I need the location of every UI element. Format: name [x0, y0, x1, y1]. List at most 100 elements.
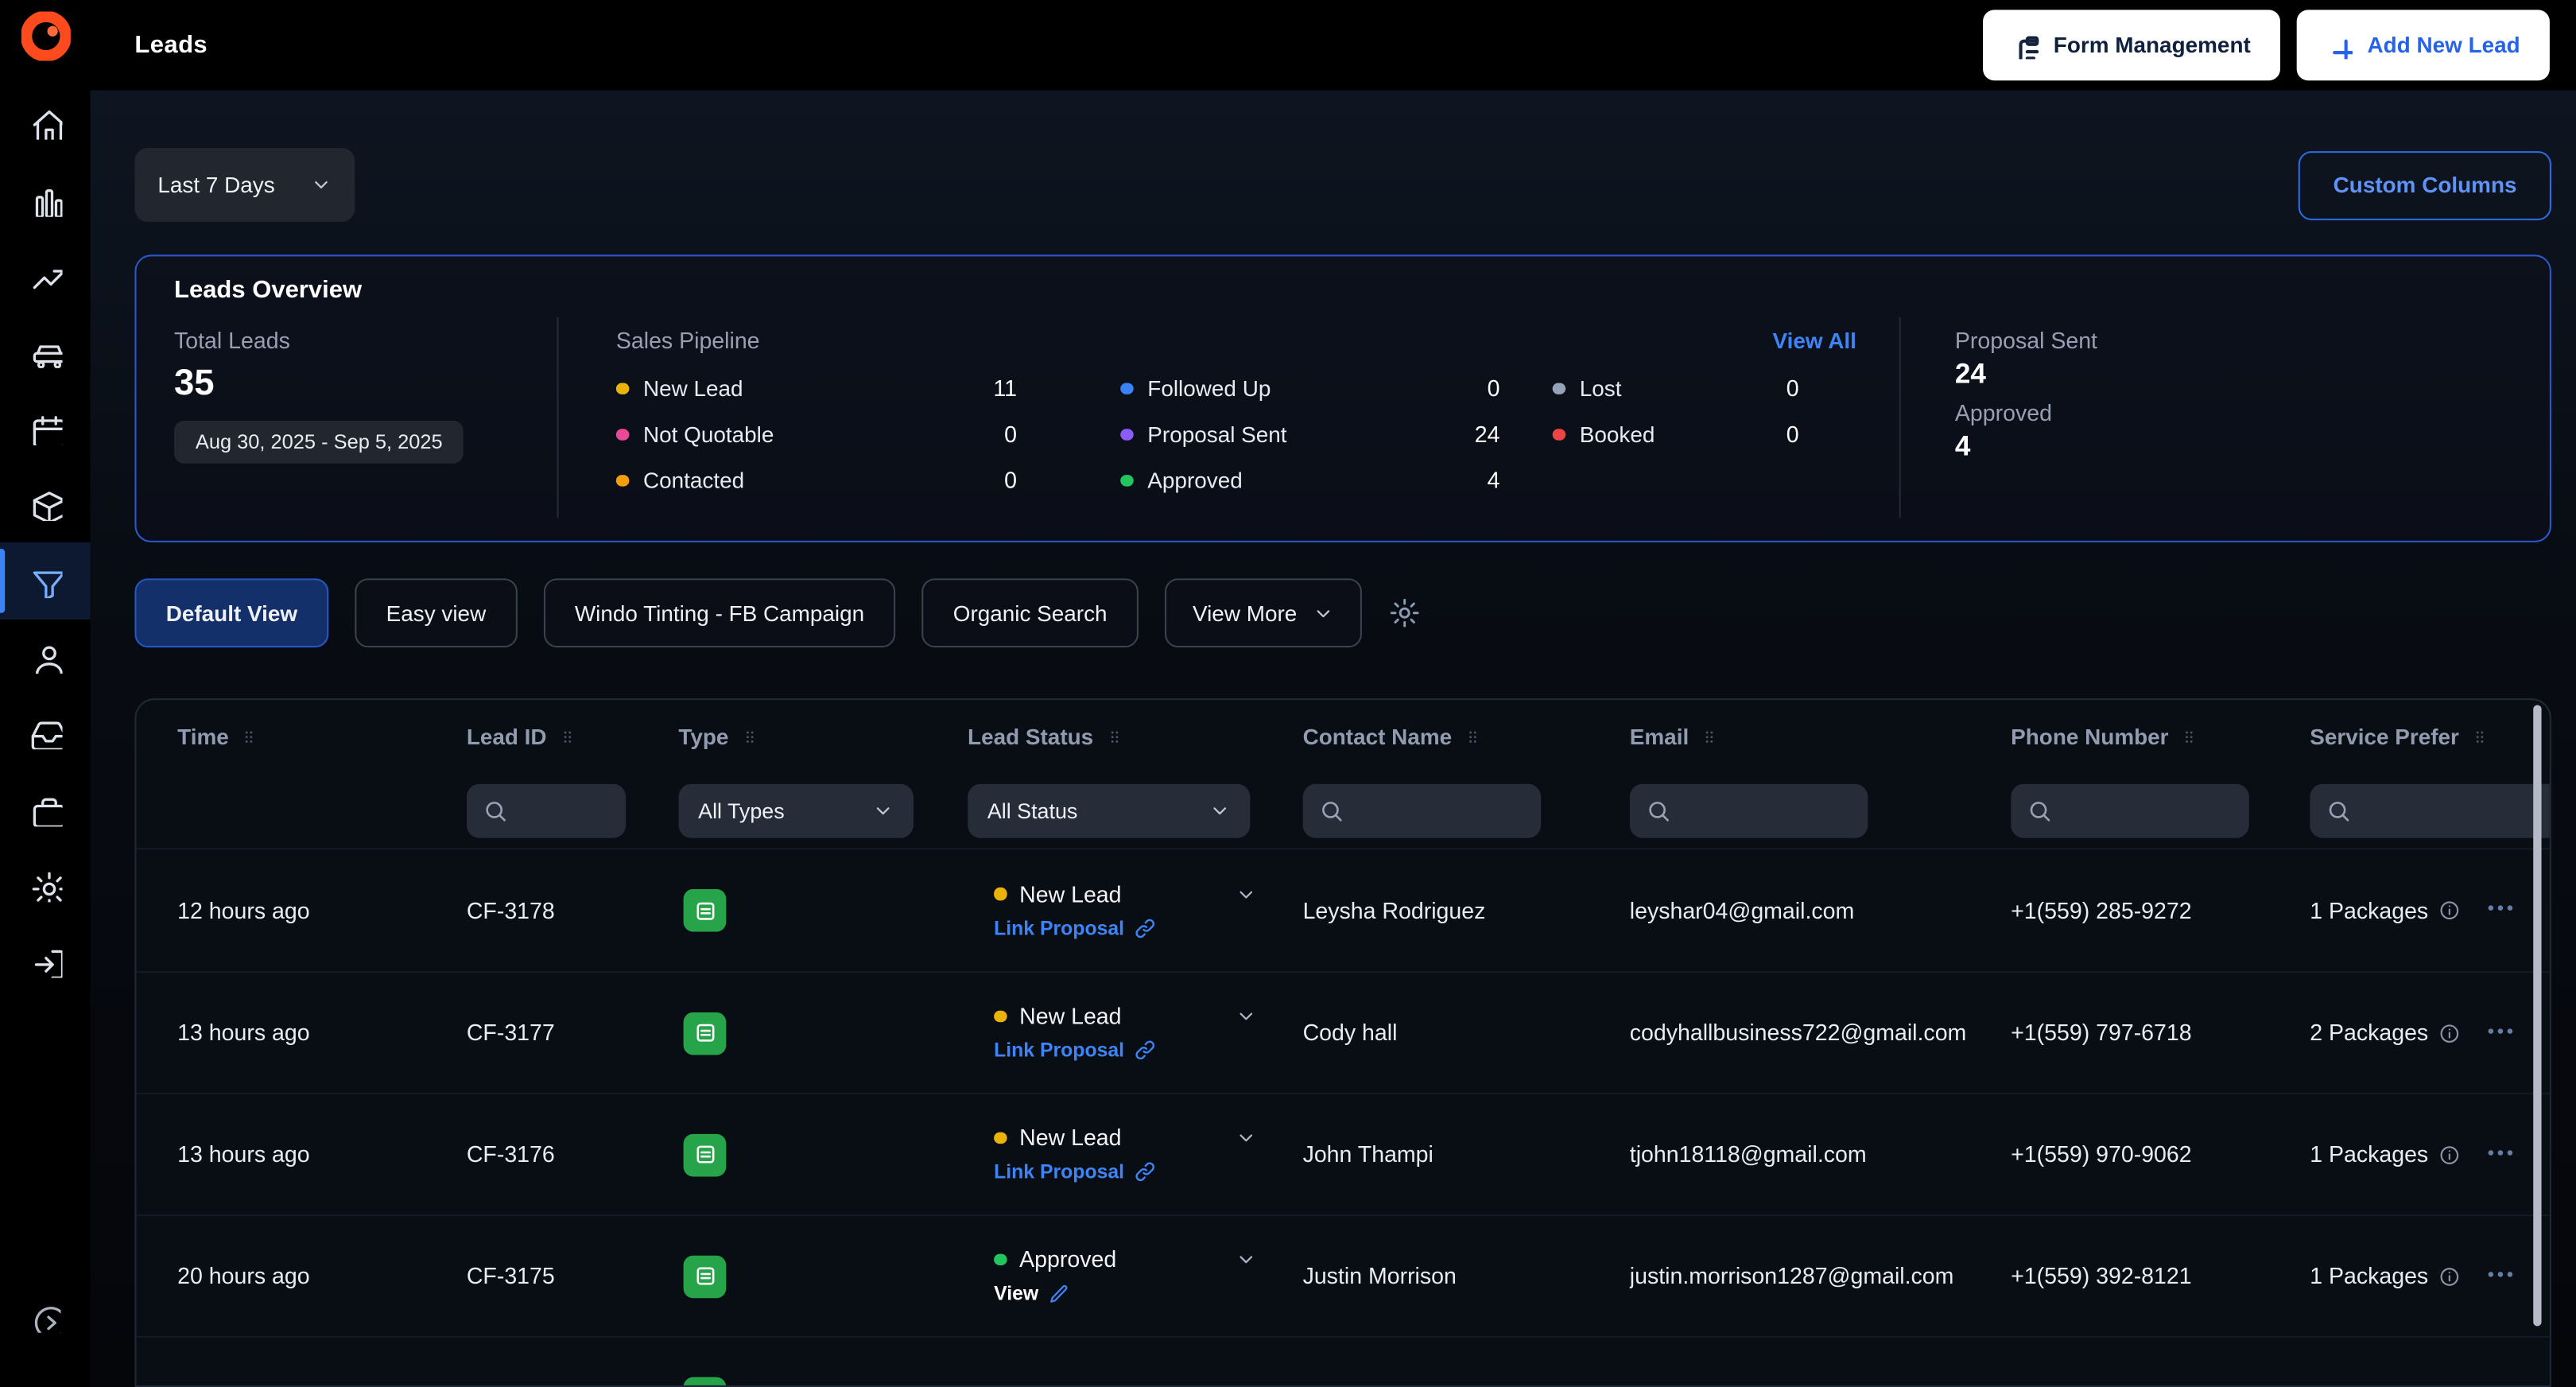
views-settings-button[interactable]: [1389, 596, 1422, 629]
sidebar-item-customers[interactable]: [0, 619, 91, 695]
drag-handle-icon[interactable]: [2180, 726, 2198, 748]
overview-date-range[interactable]: Aug 30, 2025 - Sep 5, 2025: [174, 420, 464, 464]
status-filter-dropdown[interactable]: All Status: [968, 783, 1251, 838]
status-dot-icon: [1552, 382, 1565, 395]
board-icon: [34, 188, 62, 216]
contact-name-search[interactable]: [1302, 783, 1542, 838]
form-type-badge[interactable]: [683, 888, 727, 932]
view-tab[interactable]: Windo Tinting - FB Campaign: [543, 578, 896, 648]
sidebar-item-settings[interactable]: [0, 848, 91, 924]
lead-status-select[interactable]: New Lead: [994, 1125, 1257, 1150]
pipeline-item-value: 24: [1474, 422, 1500, 448]
drag-handle-icon[interactable]: [740, 726, 758, 748]
custom-columns-button[interactable]: Custom Columns: [2299, 150, 2551, 220]
info-icon[interactable]: [2438, 1143, 2462, 1166]
more-dots-icon: [2488, 1149, 2513, 1155]
drag-handle-icon[interactable]: [558, 726, 576, 748]
sidebar-item-leads[interactable]: [0, 542, 91, 620]
drag-handle-icon[interactable]: [1105, 726, 1123, 748]
drag-handle-icon[interactable]: [2470, 726, 2489, 748]
drag-handle-icon[interactable]: [240, 726, 258, 748]
sidebar-item-jobs[interactable]: [0, 771, 91, 848]
app-logo[interactable]: [0, 0, 91, 72]
view-all-link[interactable]: View All: [1772, 328, 1856, 353]
phone-search-input[interactable]: [2063, 797, 2233, 826]
lead-status-label: New Lead: [1019, 1004, 1122, 1029]
more-dots-icon: [2484, 1379, 2516, 1387]
row-actions-button[interactable]: [2481, 1011, 2520, 1055]
sidebar-item-calendar[interactable]: [0, 390, 91, 467]
column-header-label: Lead ID: [466, 725, 547, 750]
lead-status-select[interactable]: Approved: [994, 1247, 1257, 1272]
row-actions-button[interactable]: [2481, 1254, 2520, 1299]
cell-email: codyhallbusiness722@gmail.com: [1629, 1020, 1967, 1046]
email-search[interactable]: [1629, 783, 1868, 838]
info-icon[interactable]: [2438, 899, 2462, 922]
view-tab[interactable]: Easy view: [355, 578, 518, 648]
form-type-badge[interactable]: [683, 1376, 727, 1385]
table-scrollbar[interactable]: [2533, 705, 2542, 1378]
phone-search[interactable]: [2011, 783, 2249, 838]
sidebar-item-home[interactable]: [0, 85, 91, 161]
lead-status-select[interactable]: New Lead: [994, 1004, 1257, 1029]
row-actions-button[interactable]: [2481, 888, 2520, 933]
chevron-down-icon: [1240, 1134, 1253, 1142]
status-dot-icon: [1120, 428, 1133, 441]
pipeline-item: Contacted 0: [615, 468, 1017, 493]
date-range-dropdown[interactable]: Last 7 Days: [134, 147, 355, 222]
drag-handle-icon[interactable]: [1701, 726, 1719, 748]
cell-email: justin.morrison1287@gmail.com: [1629, 1263, 1954, 1288]
link-proposal-link[interactable]: Link Proposal: [994, 1160, 1302, 1183]
cell-lead-id: CF-3178: [466, 898, 555, 923]
row-actions-button[interactable]: [2481, 1133, 2520, 1177]
link-proposal-link[interactable]: Link Proposal: [994, 916, 1302, 939]
view-tab[interactable]: Organic Search: [921, 578, 1139, 648]
pipeline-item-value: 0: [1004, 422, 1018, 448]
status-dot-icon: [615, 382, 629, 395]
column-header-label: Service Prefer: [2310, 725, 2459, 750]
form-icon: [696, 1145, 714, 1164]
toolbar-row: Last 7 Days Custom Columns: [134, 147, 2551, 222]
view-more-dropdown[interactable]: View More: [1164, 578, 1363, 648]
sidebar-item-logout[interactable]: [0, 924, 91, 1000]
contact-name-search-input[interactable]: [1355, 797, 1525, 826]
row-actions-button[interactable]: [2481, 1375, 2520, 1387]
column-header: Phone Number: [2011, 725, 2310, 749]
form-type-badge[interactable]: [683, 1011, 727, 1055]
lead-id-search-input[interactable]: [518, 797, 610, 826]
pipeline-column: Lost 0 Booked 0: [1552, 376, 1799, 493]
lead-id-search[interactable]: [466, 783, 627, 838]
pipeline-item: Followed Up 0: [1120, 376, 1500, 401]
lead-status-select[interactable]: New Lead: [994, 882, 1257, 907]
service-search[interactable]: [2310, 783, 2550, 838]
cell-lead-id: CF-3175: [466, 1263, 555, 1288]
sidebar-item-vehicles[interactable]: [0, 314, 91, 390]
type-filter-dropdown[interactable]: All Types: [678, 783, 914, 838]
email-search-input[interactable]: [1682, 797, 1852, 826]
sidebar-item-inbox[interactable]: [0, 695, 91, 771]
view-tabs: Default View Easy view Windo Tinting - FB …: [134, 578, 1139, 648]
form-management-button[interactable]: Form Management: [1982, 10, 2280, 81]
chevron-down-icon: [1317, 609, 1331, 617]
sidebar-item-board[interactable]: [0, 161, 91, 238]
cell-time: 13 hours ago: [177, 1020, 310, 1046]
view-tab[interactable]: Default View: [134, 578, 329, 648]
scrollbar-thumb[interactable]: [2533, 705, 2542, 1327]
view-link[interactable]: View: [994, 1282, 1302, 1305]
cell-contact-name: Justin Morrison: [1302, 1263, 1457, 1288]
view-label: View: [994, 1281, 1039, 1305]
more-dots-icon: [2488, 905, 2513, 911]
sidebar-item-reports[interactable]: [0, 238, 91, 314]
pipeline-item-value: 11: [993, 376, 1018, 402]
sidebar-collapse-button[interactable]: [30, 1303, 67, 1342]
info-icon[interactable]: [2438, 1021, 2462, 1044]
form-type-badge[interactable]: [683, 1254, 727, 1298]
add-new-lead-button[interactable]: Add New Lead: [2296, 10, 2550, 81]
proposal-sent-label: Proposal Sent: [1954, 328, 2097, 354]
service-search-input[interactable]: [2362, 797, 2550, 826]
link-proposal-link[interactable]: Link Proposal: [994, 1039, 1302, 1062]
info-icon[interactable]: [2438, 1265, 2462, 1288]
drag-handle-icon[interactable]: [1464, 726, 1482, 748]
sidebar-item-packages[interactable]: [0, 467, 91, 543]
form-type-badge[interactable]: [683, 1133, 727, 1176]
